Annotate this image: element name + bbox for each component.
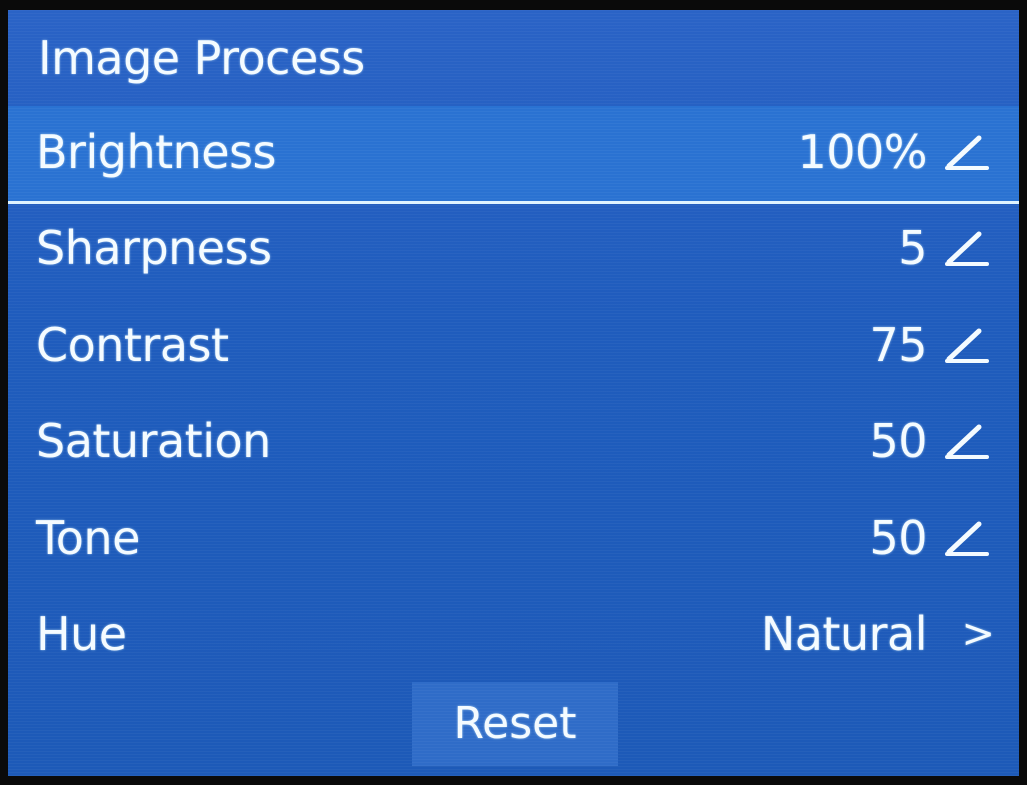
pencil-icon[interactable] — [943, 518, 991, 558]
pencil-icon[interactable] — [943, 228, 991, 268]
menu-row-label: Saturation — [36, 414, 271, 468]
menu-row-contrast[interactable]: Contrast 75 — [8, 299, 1019, 395]
pencil-icon[interactable] — [943, 325, 991, 365]
menu-row-value: 100% — [797, 125, 927, 179]
menu-row-label: Sharpness — [36, 221, 272, 275]
menu-row-value: Natural — [760, 607, 928, 661]
pencil-icon[interactable] — [943, 421, 991, 461]
menu-row-label: Tone — [36, 511, 140, 565]
menu-row-saturation[interactable]: Saturation 50 — [8, 395, 1019, 491]
menu-row-value: 50 — [869, 511, 927, 565]
menu-row-value: 75 — [869, 318, 927, 372]
pencil-icon[interactable] — [943, 132, 991, 172]
menu-row-label: Brightness — [36, 125, 277, 179]
menu-row-tone[interactable]: Tone 50 — [8, 492, 1019, 588]
menu-row-sharpness[interactable]: Sharpness 5 — [8, 202, 1019, 298]
reset-button[interactable]: Reset — [412, 682, 618, 766]
menu-row-value: 50 — [869, 414, 927, 468]
chevron-right-icon[interactable]: > — [961, 604, 995, 664]
menu-row-value: 5 — [898, 221, 927, 275]
menu-row-label: Contrast — [36, 318, 229, 372]
image-process-screen: Image Process Brightness 100% Sharpness … — [8, 10, 1019, 776]
menu-row-hue[interactable]: Hue Natural > — [8, 588, 1019, 684]
menu-row-label: Hue — [36, 607, 127, 661]
menu-row-brightness[interactable]: Brightness 100% — [8, 106, 1019, 204]
menu-title: Image Process — [38, 31, 365, 85]
